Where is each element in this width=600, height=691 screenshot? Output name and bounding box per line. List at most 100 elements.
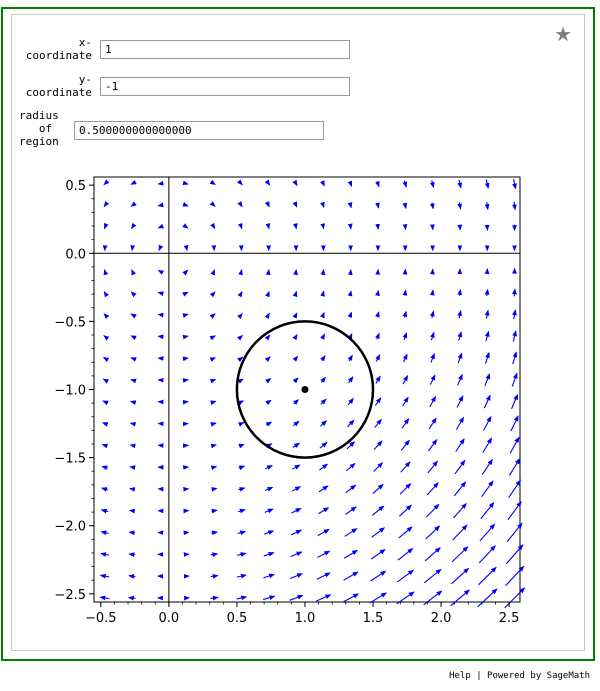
y-tick-label: −2.5: [54, 588, 86, 603]
field-arrow: [512, 288, 517, 297]
field-arrow: [237, 334, 244, 341]
field-arrow: [264, 312, 270, 320]
field-arrow: [101, 443, 109, 449]
field-arrow: [289, 573, 303, 579]
field-arrow: [237, 356, 244, 363]
field-arrow: [479, 523, 496, 542]
field-arrow: [426, 482, 439, 496]
help-link[interactable]: Help: [449, 671, 471, 681]
field-arrow: [264, 486, 274, 492]
field-arrow: [129, 465, 136, 471]
field-arrow: [265, 223, 271, 230]
field-arrow: [99, 573, 110, 579]
field-arrow: [209, 378, 217, 384]
field-arrow: [210, 573, 219, 579]
field-arrow: [237, 378, 244, 384]
field-arrow: [129, 486, 136, 492]
field-arrow: [375, 180, 380, 188]
powered-by-link[interactable]: Powered by SageMath: [487, 671, 590, 681]
field-arrow: [292, 201, 298, 208]
field-arrow: [238, 268, 243, 276]
field-arrow: [293, 399, 300, 405]
field-arrow: [397, 548, 414, 561]
field-arrow: [210, 269, 216, 276]
field-arrow: [428, 438, 438, 452]
field-arrow: [429, 374, 436, 385]
field-arrow: [316, 594, 332, 602]
field-arrow: [210, 465, 218, 471]
field-arrow: [510, 415, 519, 432]
field-arrow: [429, 289, 435, 296]
field-arrow: [99, 595, 110, 601]
field-arrow: [182, 201, 189, 207]
field-arrow: [210, 552, 219, 557]
y-tick-label: 0.5: [65, 179, 86, 194]
field-arrow: [291, 507, 302, 514]
field-arrow: [401, 418, 410, 429]
field-arrow: [129, 400, 137, 405]
field-arrow: [319, 463, 329, 471]
field-arrow: [182, 269, 189, 276]
field-arrow: [182, 291, 189, 297]
field-arrow: [158, 244, 164, 252]
field-arrow: [264, 508, 274, 514]
field-arrow: [429, 202, 435, 210]
field-arrow: [504, 587, 526, 609]
field-arrow: [347, 202, 353, 209]
field-arrow: [209, 201, 216, 208]
field-arrow: [375, 332, 380, 340]
field-arrow: [210, 222, 216, 230]
field-arrow: [157, 269, 165, 275]
field-arrow: [457, 373, 463, 386]
field-arrow: [477, 588, 498, 608]
field-arrow: [483, 394, 491, 409]
field-arrow: [103, 179, 110, 186]
field-arrow: [451, 567, 470, 585]
field-arrow: [292, 179, 298, 187]
field-arrow: [129, 443, 136, 449]
field-arrow: [182, 313, 189, 318]
field-arrow: [211, 508, 218, 514]
field-arrow: [320, 333, 325, 340]
field-arrow: [402, 310, 408, 318]
field-arrow: [130, 378, 137, 384]
field-arrow: [292, 442, 301, 448]
field-arrow: [128, 508, 136, 514]
field-arrow: [262, 595, 276, 601]
field-arrow: [347, 354, 353, 362]
field-arrow: [373, 440, 383, 450]
field-arrow: [100, 487, 108, 492]
field-arrow: [347, 419, 355, 428]
field-arrow: [481, 480, 494, 498]
field-arrow: [101, 422, 109, 427]
field-arrow: [210, 443, 218, 449]
field-arrow: [424, 547, 441, 562]
field-arrow: [263, 551, 275, 557]
field-arrow: [427, 460, 439, 474]
field-arrow: [478, 545, 496, 564]
x-tick-label: 1.0: [295, 611, 316, 626]
field-arrow: [316, 572, 331, 580]
field-arrow: [511, 393, 519, 409]
field-arrow: [455, 438, 465, 453]
field-arrow: [103, 313, 110, 320]
field-arrow: [320, 355, 326, 362]
field-arrow: [103, 268, 109, 276]
field-arrow: [399, 482, 412, 495]
field-arrow: [507, 501, 522, 520]
center-point: [301, 386, 309, 393]
field-arrow: [128, 530, 135, 536]
field-arrow: [484, 201, 490, 211]
field-arrow: [236, 595, 248, 601]
field-arrow: [430, 331, 435, 341]
field-arrow: [509, 436, 520, 454]
field-arrow: [211, 487, 218, 492]
field-arrow: [512, 309, 517, 320]
field-arrow: [481, 458, 493, 475]
field-arrow: [317, 528, 330, 537]
field-arrow: [237, 179, 243, 186]
field-arrow: [425, 525, 441, 540]
field-arrow: [451, 546, 469, 563]
field-arrow: [292, 464, 301, 470]
field-arrow: [130, 222, 137, 230]
